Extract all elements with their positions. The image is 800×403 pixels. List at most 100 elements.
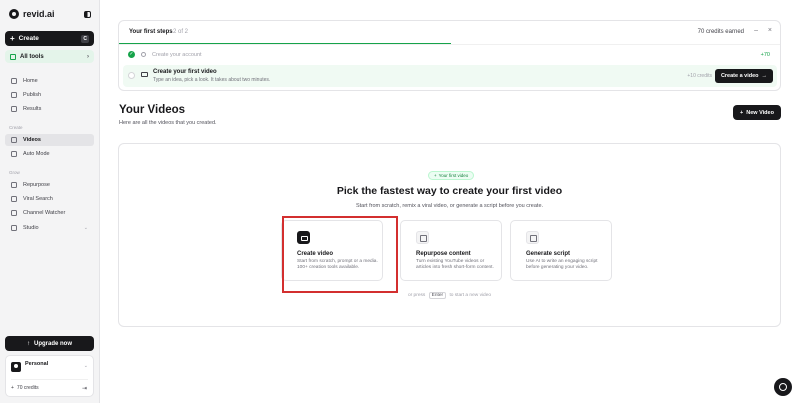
chat-support-button[interactable] — [774, 378, 792, 396]
minimize-icon[interactable]: – — [754, 27, 758, 34]
page-title: Your Videos — [119, 104, 186, 116]
badge-label: Your first video — [438, 173, 469, 178]
create-a-video-button[interactable]: Create a video → — [715, 69, 773, 83]
sidebar-item-label: Videos — [23, 137, 41, 143]
sidebar-item-auto-mode[interactable]: Auto Mode — [5, 148, 94, 160]
auto-icon — [11, 151, 17, 157]
sidebar-item-label: Results — [23, 106, 42, 112]
sidebar-item-label: Home — [23, 78, 38, 84]
first-steps-title: Your first steps — [129, 29, 173, 35]
step-reward: +10 credits — [687, 73, 712, 79]
option-title: Repurpose content — [416, 251, 471, 257]
user-icon — [141, 52, 146, 57]
create-label: Create — [18, 35, 39, 42]
step-subtitle: Type an idea, pick a look. It takes abou… — [153, 77, 271, 83]
main-content: Your first steps 2 of 2 70 credits earne… — [100, 0, 800, 403]
create-a-video-label: Create a video — [720, 73, 759, 79]
repurpose-icon — [11, 182, 17, 188]
sidebar-item-results[interactable]: Results — [5, 103, 94, 115]
brand-name: revid.ai — [23, 9, 55, 19]
create-shortcut: C — [81, 34, 89, 43]
sidebar-item-label: Auto Mode — [23, 151, 50, 157]
highlight-annotation — [282, 216, 398, 293]
create-button[interactable]: + Create C — [5, 31, 94, 46]
chevron-right-icon: › — [87, 53, 89, 60]
chevron-updown-icon: ⌄ — [83, 363, 88, 369]
option-description: Use AI to write an engaging script befor… — [526, 259, 598, 271]
upgrade-label: Upgrade now — [33, 340, 72, 347]
first-video-badge: + Your first video — [428, 171, 475, 180]
sidebar-item-publish[interactable]: Publish — [5, 89, 94, 101]
close-icon[interactable]: × — [768, 27, 772, 34]
enter-key: Enter — [428, 292, 447, 299]
divider — [119, 44, 780, 45]
pending-circle-icon — [128, 72, 135, 79]
check-icon: ✓ — [128, 51, 135, 58]
empty-state-title: Pick the fastest way to create your firs… — [336, 185, 563, 197]
upgrade-button[interactable]: ↑ Upgrade now — [5, 336, 94, 351]
plus-icon: + — [11, 385, 14, 391]
first-steps-card: Your first steps 2 of 2 70 credits earne… — [118, 20, 781, 91]
sidebar-item-label: Publish — [23, 92, 42, 98]
hint-after: to start a new video — [449, 293, 492, 298]
credits-indicator[interactable]: + 70 credits — [11, 385, 39, 391]
page-subtitle: Here are all the videos that you created… — [119, 120, 217, 126]
sidebar-item-videos[interactable]: Videos — [5, 134, 94, 146]
section-label-create: Create — [9, 125, 23, 130]
video-camera-icon — [141, 72, 148, 77]
revid-logo-icon — [9, 9, 19, 19]
upgrade-icon: ↑ — [26, 340, 30, 347]
sidebar-item-viral-search[interactable]: Viral Search — [5, 193, 94, 205]
enter-hint: or press Enter to start a new video — [119, 292, 780, 299]
chevron-down-icon: ⌄ — [83, 225, 88, 231]
sidebar-item-repurpose[interactable]: Repurpose — [5, 179, 94, 191]
hint-before: or press — [407, 293, 426, 298]
option-repurpose-content[interactable]: Repurpose content Turn existing YouTube … — [400, 220, 502, 281]
brand[interactable]: revid.ai — [9, 9, 55, 19]
account-name: Personal — [25, 361, 49, 367]
step-label: Create your account — [152, 52, 202, 58]
sidebar-item-studio[interactable]: Studio ⌄ — [5, 222, 94, 234]
sidebar-item-label: Channel Watcher — [23, 210, 66, 216]
first-steps-count: 2 of 2 — [173, 29, 189, 35]
empty-state-subtitle: Start from scratch, remix a viral video,… — [355, 203, 544, 209]
plus-icon: + — [434, 173, 437, 178]
step-reward: +70 — [760, 52, 770, 58]
sidebar: revid.ai + Create C All tools › Home Pub… — [0, 0, 100, 403]
step-create-first-video: Create your first video Type an idea, pi… — [123, 65, 777, 87]
video-icon — [11, 137, 17, 143]
option-description: Turn existing YouTube videos or articles… — [416, 259, 494, 271]
chart-icon — [11, 106, 17, 112]
credits-label: 70 credits — [16, 385, 39, 391]
grid-icon — [10, 53, 16, 60]
arrow-right-icon: → — [761, 73, 768, 79]
sidebar-item-label: Viral Search — [23, 196, 53, 202]
all-tools-button[interactable]: All tools › — [5, 50, 94, 63]
home-icon — [11, 78, 17, 84]
new-video-button[interactable]: + New Video — [733, 105, 781, 120]
logout-icon[interactable]: ⇥ — [82, 385, 87, 392]
eye-icon — [11, 210, 17, 216]
sidebar-item-label: Studio — [23, 225, 39, 231]
repurpose-icon — [416, 231, 429, 244]
plus-icon: + — [740, 109, 744, 116]
document-icon — [526, 231, 539, 244]
search-icon — [11, 196, 17, 202]
send-icon — [11, 92, 17, 98]
sidebar-item-label: Repurpose — [23, 182, 50, 188]
section-label-grow: Grow — [9, 170, 20, 175]
new-video-label: New Video — [746, 109, 774, 116]
empty-state-card: + Your first video Pick the fastest way … — [118, 143, 781, 327]
credits-earned: 70 credits earned — [697, 29, 744, 35]
step-create-account: ✓ Create your account +70 — [119, 49, 780, 61]
account-switcher[interactable]: Personal ⌄ + 70 credits ⇥ — [5, 355, 94, 397]
studio-icon — [11, 225, 17, 231]
avatar — [11, 362, 21, 372]
plus-icon: + — [10, 33, 15, 43]
option-generate-script[interactable]: Generate script Use AI to write an engag… — [510, 220, 612, 281]
sidebar-item-home[interactable]: Home — [5, 75, 94, 87]
option-title: Generate script — [526, 251, 571, 257]
collapse-sidebar-icon[interactable] — [84, 11, 91, 18]
sidebar-item-channel-watcher[interactable]: Channel Watcher — [5, 207, 94, 219]
all-tools-label: All tools — [20, 53, 44, 60]
